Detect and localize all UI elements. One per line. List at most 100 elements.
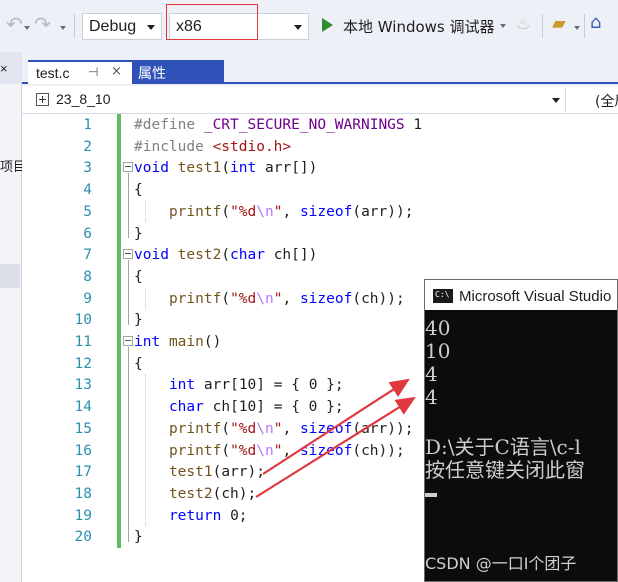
code-text: }: [134, 312, 143, 329]
tab-properties[interactable]: 属性: [132, 60, 224, 84]
platform-value: x86: [176, 18, 202, 35]
undo-dropdown-icon[interactable]: [24, 26, 30, 30]
redo-back-icon[interactable]: ↶: [6, 12, 23, 36]
code-text: printf("%d\n", sizeof(arr));: [168, 420, 414, 437]
tab-test-c[interactable]: test.c ⊣ ×: [28, 60, 132, 84]
indent-guide: [145, 287, 146, 310]
code-text: {: [134, 355, 143, 372]
folder-dropdown-icon[interactable]: [574, 26, 580, 30]
line-number: 1: [83, 117, 92, 133]
play-icon[interactable]: [322, 18, 333, 32]
code-line[interactable]: 3 void test1(int arr[]): [22, 157, 618, 179]
solution-explorer-panel: [0, 52, 22, 582]
platform-dropdown[interactable]: x86: [169, 13, 309, 40]
hot-reload-icon[interactable]: ♨: [516, 14, 531, 34]
console-app-icon: C:\: [433, 289, 453, 303]
navbar-separator: [565, 88, 566, 112]
pin-icon[interactable]: ⊣: [88, 65, 98, 79]
code-text: }: [134, 225, 143, 242]
code-text: void test1(int arr[]): [134, 160, 318, 177]
collapse-icon[interactable]: [123, 249, 133, 260]
code-line[interactable]: 7 void test2(char ch[]): [22, 244, 618, 266]
line-number: 14: [74, 399, 92, 416]
line-number: 2: [83, 138, 92, 155]
code-text: printf("%d\n", sizeof(arr));: [168, 203, 414, 220]
code-text: {: [134, 182, 143, 199]
console-output-line: 40: [425, 316, 451, 340]
code-text: printf("%d\n", sizeof(ch));: [168, 442, 405, 459]
line-number: 15: [74, 420, 92, 437]
console-title-bar[interactable]: C:\ Microsoft Visual Studio: [425, 280, 617, 310]
code-text: char ch[10] = { 0 };: [168, 399, 344, 416]
console-output-line: 4: [425, 362, 438, 386]
indent-guide: [145, 200, 146, 223]
redo-icon[interactable]: ↷: [34, 12, 51, 36]
toolbar-separator: [74, 14, 75, 38]
folder-search-icon[interactable]: ▰: [552, 13, 566, 34]
start-debugger-button[interactable]: 本地 Windows 调试器: [343, 16, 495, 37]
line-number: 16: [74, 442, 92, 459]
home-window-icon[interactable]: ⌂: [590, 12, 601, 33]
toolbar-separator: [542, 14, 543, 38]
indent-guide: [145, 374, 146, 527]
line-number: 10: [74, 312, 92, 329]
line-number: 8: [83, 268, 92, 285]
project-dropdown[interactable]: 23_8_10: [56, 91, 111, 107]
selected-tree-row[interactable]: [0, 264, 20, 288]
code-line[interactable]: 6}: [22, 223, 618, 245]
code-line[interactable]: 5 printf("%d\n", sizeof(arr));: [22, 201, 618, 223]
tab-label: test.c: [36, 65, 70, 81]
chevron-down-icon: [294, 25, 302, 30]
code-line[interactable]: 2 #include <stdio.h>: [22, 136, 618, 158]
tab-label: 属性: [138, 66, 166, 82]
line-number: 17: [74, 464, 92, 481]
code-text: return 0;: [168, 507, 248, 524]
code-line[interactable]: 1 #define _CRT_SECURE_NO_WARNINGS 1: [22, 114, 618, 136]
fold-guide: [128, 347, 129, 543]
fold-guide: [128, 173, 129, 239]
watermark: CSDN @一口I个团子: [425, 554, 577, 573]
chevron-down-icon: [147, 25, 155, 30]
configuration-value: Debug: [89, 18, 137, 35]
close-icon[interactable]: ×: [0, 61, 8, 76]
project-icon: [36, 93, 49, 106]
code-text: void test2(char ch[]): [134, 247, 318, 264]
console-title: Microsoft Visual Studio: [459, 288, 612, 305]
collapse-icon[interactable]: [123, 336, 133, 346]
code-text: #include <stdio.h>: [134, 138, 292, 155]
console-cursor: [425, 493, 437, 497]
line-number: 19: [74, 507, 92, 524]
redo-dropdown-icon[interactable]: [60, 26, 66, 30]
toolbar-separator: [584, 14, 585, 38]
console-output-line: 按任意键关闭此窗: [425, 458, 585, 482]
line-number: 9: [83, 290, 92, 307]
collapse-icon[interactable]: [123, 162, 133, 173]
line-number: 5: [83, 203, 92, 220]
line-number: 6: [83, 225, 92, 242]
console-output-line: 10: [425, 339, 451, 363]
line-number: 7: [83, 247, 92, 264]
line-number: 18: [74, 485, 92, 502]
code-text: int main(): [134, 334, 222, 350]
code-text: test1(arr);: [168, 464, 265, 481]
code-text: printf("%d\n", sizeof(ch));: [168, 290, 405, 307]
scope-dropdown[interactable]: (全局: [595, 91, 618, 111]
code-text: test2(ch);: [168, 485, 257, 502]
console-output-line: 4: [425, 385, 438, 409]
close-icon[interactable]: ×: [111, 64, 122, 79]
code-text: {: [134, 268, 143, 285]
line-number: 12: [74, 355, 92, 372]
configuration-dropdown[interactable]: Debug: [82, 13, 162, 40]
console-window[interactable]: C:\ Microsoft Visual Studio 40 10 4 4 D:\关于C…: [424, 279, 618, 582]
line-number: 3: [83, 160, 92, 177]
line-number: 4: [83, 182, 92, 199]
code-text: }: [134, 529, 143, 546]
code-text: int arr[10] = { 0 };: [168, 377, 344, 394]
line-number: 20: [74, 529, 92, 546]
debugger-dropdown-icon[interactable]: [500, 24, 506, 28]
line-number: 13: [74, 377, 92, 394]
code-text: #define _CRT_SECURE_NO_WARNINGS 1: [134, 117, 423, 133]
chevron-down-icon[interactable]: [552, 98, 560, 103]
fold-guide: [128, 260, 129, 326]
code-line[interactable]: 4{: [22, 179, 618, 201]
